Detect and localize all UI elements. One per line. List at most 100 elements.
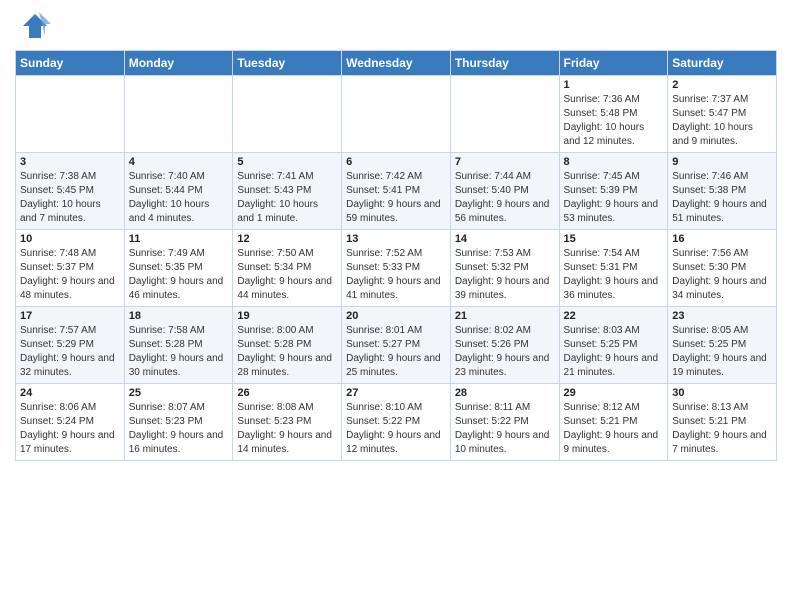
day-number: 9 [672, 156, 772, 168]
calendar-cell: 14 Sunrise: 7:53 AM Sunset: 5:32 PM Dayli… [450, 230, 559, 307]
day-info: Sunrise: 8:00 AM Sunset: 5:28 PM Dayligh… [237, 324, 337, 380]
day-info: Sunrise: 8:11 AM Sunset: 5:22 PM Dayligh… [455, 401, 555, 457]
day-number: 8 [564, 156, 664, 168]
day-info: Sunrise: 7:53 AM Sunset: 5:32 PM Dayligh… [455, 247, 555, 303]
weekday-header-row: SundayMondayTuesdayWednesdayThursdayFrid… [16, 51, 777, 76]
day-number: 19 [237, 310, 337, 322]
day-info: Sunrise: 7:54 AM Sunset: 5:31 PM Dayligh… [564, 247, 664, 303]
day-info: Sunrise: 7:48 AM Sunset: 5:37 PM Dayligh… [20, 247, 120, 303]
calendar-cell: 9 Sunrise: 7:46 AM Sunset: 5:38 PM Daylig… [668, 153, 777, 230]
day-number: 15 [564, 233, 664, 245]
header [15, 10, 777, 42]
logo-text [15, 10, 51, 42]
day-number: 11 [129, 233, 229, 245]
calendar-cell: 10 Sunrise: 7:48 AM Sunset: 5:37 PM Dayli… [16, 230, 125, 307]
day-info: Sunrise: 7:45 AM Sunset: 5:39 PM Dayligh… [564, 170, 664, 226]
day-info: Sunrise: 8:13 AM Sunset: 5:21 PM Dayligh… [672, 401, 772, 457]
day-info: Sunrise: 7:36 AM Sunset: 5:48 PM Dayligh… [564, 93, 664, 149]
day-number: 26 [237, 387, 337, 399]
calendar-cell: 15 Sunrise: 7:54 AM Sunset: 5:31 PM Dayli… [559, 230, 668, 307]
day-number: 12 [237, 233, 337, 245]
calendar-cell: 26 Sunrise: 8:08 AM Sunset: 5:23 PM Dayli… [233, 384, 342, 461]
calendar-cell [342, 76, 451, 153]
day-info: Sunrise: 8:07 AM Sunset: 5:23 PM Dayligh… [129, 401, 229, 457]
weekday-saturday: Saturday [668, 51, 777, 76]
day-number: 4 [129, 156, 229, 168]
calendar-cell: 11 Sunrise: 7:49 AM Sunset: 5:35 PM Dayli… [124, 230, 233, 307]
weekday-wednesday: Wednesday [342, 51, 451, 76]
day-number: 23 [672, 310, 772, 322]
day-info: Sunrise: 8:06 AM Sunset: 5:24 PM Dayligh… [20, 401, 120, 457]
day-number: 17 [20, 310, 120, 322]
day-info: Sunrise: 8:03 AM Sunset: 5:25 PM Dayligh… [564, 324, 664, 380]
calendar-cell: 25 Sunrise: 8:07 AM Sunset: 5:23 PM Dayli… [124, 384, 233, 461]
day-number: 25 [129, 387, 229, 399]
day-info: Sunrise: 8:01 AM Sunset: 5:27 PM Dayligh… [346, 324, 446, 380]
day-number: 3 [20, 156, 120, 168]
calendar-week-4: 17 Sunrise: 7:57 AM Sunset: 5:29 PM Dayli… [16, 307, 777, 384]
weekday-monday: Monday [124, 51, 233, 76]
calendar-cell: 28 Sunrise: 8:11 AM Sunset: 5:22 PM Dayli… [450, 384, 559, 461]
calendar-cell: 4 Sunrise: 7:40 AM Sunset: 5:44 PM Daylig… [124, 153, 233, 230]
day-number: 10 [20, 233, 120, 245]
calendar-cell: 29 Sunrise: 8:12 AM Sunset: 5:21 PM Dayli… [559, 384, 668, 461]
day-number: 5 [237, 156, 337, 168]
calendar-cell [124, 76, 233, 153]
day-info: Sunrise: 7:58 AM Sunset: 5:28 PM Dayligh… [129, 324, 229, 380]
day-info: Sunrise: 7:57 AM Sunset: 5:29 PM Dayligh… [20, 324, 120, 380]
day-info: Sunrise: 8:02 AM Sunset: 5:26 PM Dayligh… [455, 324, 555, 380]
calendar-table: SundayMondayTuesdayWednesdayThursdayFrid… [15, 50, 777, 461]
calendar-cell: 27Sunrise: 8:10 AM Sunset: 5:22 PM Dayli… [342, 384, 451, 461]
calendar-cell: 21 Sunrise: 8:02 AM Sunset: 5:26 PM Dayli… [450, 307, 559, 384]
day-number: 20 [346, 310, 446, 322]
weekday-friday: Friday [559, 51, 668, 76]
day-number: 30 [672, 387, 772, 399]
day-number: 24 [20, 387, 120, 399]
calendar-cell: 12 Sunrise: 7:50 AM Sunset: 5:34 PM Dayli… [233, 230, 342, 307]
calendar-cell: 30 Sunrise: 8:13 AM Sunset: 5:21 PM Dayli… [668, 384, 777, 461]
calendar-cell: 7 Sunrise: 7:44 AM Sunset: 5:40 PM Daylig… [450, 153, 559, 230]
day-number: 7 [455, 156, 555, 168]
day-number: 13 [346, 233, 446, 245]
calendar-page: SundayMondayTuesdayWednesdayThursdayFrid… [0, 0, 792, 471]
calendar-cell: 13 Sunrise: 7:52 AM Sunset: 5:33 PM Dayli… [342, 230, 451, 307]
calendar-cell: 18 Sunrise: 7:58 AM Sunset: 5:28 PM Dayli… [124, 307, 233, 384]
calendar-body: 1 Sunrise: 7:36 AM Sunset: 5:48 PM Daylig… [16, 76, 777, 461]
day-info: Sunrise: 7:44 AM Sunset: 5:40 PM Dayligh… [455, 170, 555, 226]
day-number: 14 [455, 233, 555, 245]
day-number: 28 [455, 387, 555, 399]
day-number: 18 [129, 310, 229, 322]
calendar-cell: 2Sunrise: 7:37 AM Sunset: 5:47 PM Daylig… [668, 76, 777, 153]
day-info: Sunrise: 7:50 AM Sunset: 5:34 PM Dayligh… [237, 247, 337, 303]
weekday-tuesday: Tuesday [233, 51, 342, 76]
calendar-cell: 3 Sunrise: 7:38 AM Sunset: 5:45 PM Daylig… [16, 153, 125, 230]
calendar-cell: 16 Sunrise: 7:56 AM Sunset: 5:30 PM Dayli… [668, 230, 777, 307]
day-info: Sunrise: 7:42 AM Sunset: 5:41 PM Dayligh… [346, 170, 446, 226]
day-number: 6 [346, 156, 446, 168]
calendar-cell: 22 Sunrise: 8:03 AM Sunset: 5:25 PM Dayli… [559, 307, 668, 384]
day-number: 1 [564, 79, 664, 91]
calendar-cell [16, 76, 125, 153]
weekday-sunday: Sunday [16, 51, 125, 76]
calendar-cell: 6 Sunrise: 7:42 AM Sunset: 5:41 PM Daylig… [342, 153, 451, 230]
calendar-cell: 8 Sunrise: 7:45 AM Sunset: 5:39 PM Daylig… [559, 153, 668, 230]
day-info: Sunrise: 7:40 AM Sunset: 5:44 PM Dayligh… [129, 170, 229, 226]
calendar-cell: 1 Sunrise: 7:36 AM Sunset: 5:48 PM Daylig… [559, 76, 668, 153]
calendar-cell: 24 Sunrise: 8:06 AM Sunset: 5:24 PM Dayli… [16, 384, 125, 461]
day-info: Sunrise: 7:41 AM Sunset: 5:43 PM Dayligh… [237, 170, 337, 226]
calendar-cell [233, 76, 342, 153]
day-number: 16 [672, 233, 772, 245]
day-info: Sunrise: 7:49 AM Sunset: 5:35 PM Dayligh… [129, 247, 229, 303]
day-number: 29 [564, 387, 664, 399]
day-info: Sunrise: 8:12 AM Sunset: 5:21 PM Dayligh… [564, 401, 664, 457]
day-info: Sunrise: 8:10 AM Sunset: 5:22 PM Dayligh… [346, 401, 446, 457]
day-number: 21 [455, 310, 555, 322]
day-info: Sunrise: 8:08 AM Sunset: 5:23 PM Dayligh… [237, 401, 337, 457]
calendar-cell: 5 Sunrise: 7:41 AM Sunset: 5:43 PM Daylig… [233, 153, 342, 230]
day-info: Sunrise: 7:52 AM Sunset: 5:33 PM Dayligh… [346, 247, 446, 303]
day-info: Sunrise: 7:46 AM Sunset: 5:38 PM Dayligh… [672, 170, 772, 226]
day-info: Sunrise: 7:56 AM Sunset: 5:30 PM Dayligh… [672, 247, 772, 303]
day-number: 22 [564, 310, 664, 322]
day-info: Sunrise: 7:38 AM Sunset: 5:45 PM Dayligh… [20, 170, 120, 226]
calendar-week-2: 3 Sunrise: 7:38 AM Sunset: 5:45 PM Daylig… [16, 153, 777, 230]
